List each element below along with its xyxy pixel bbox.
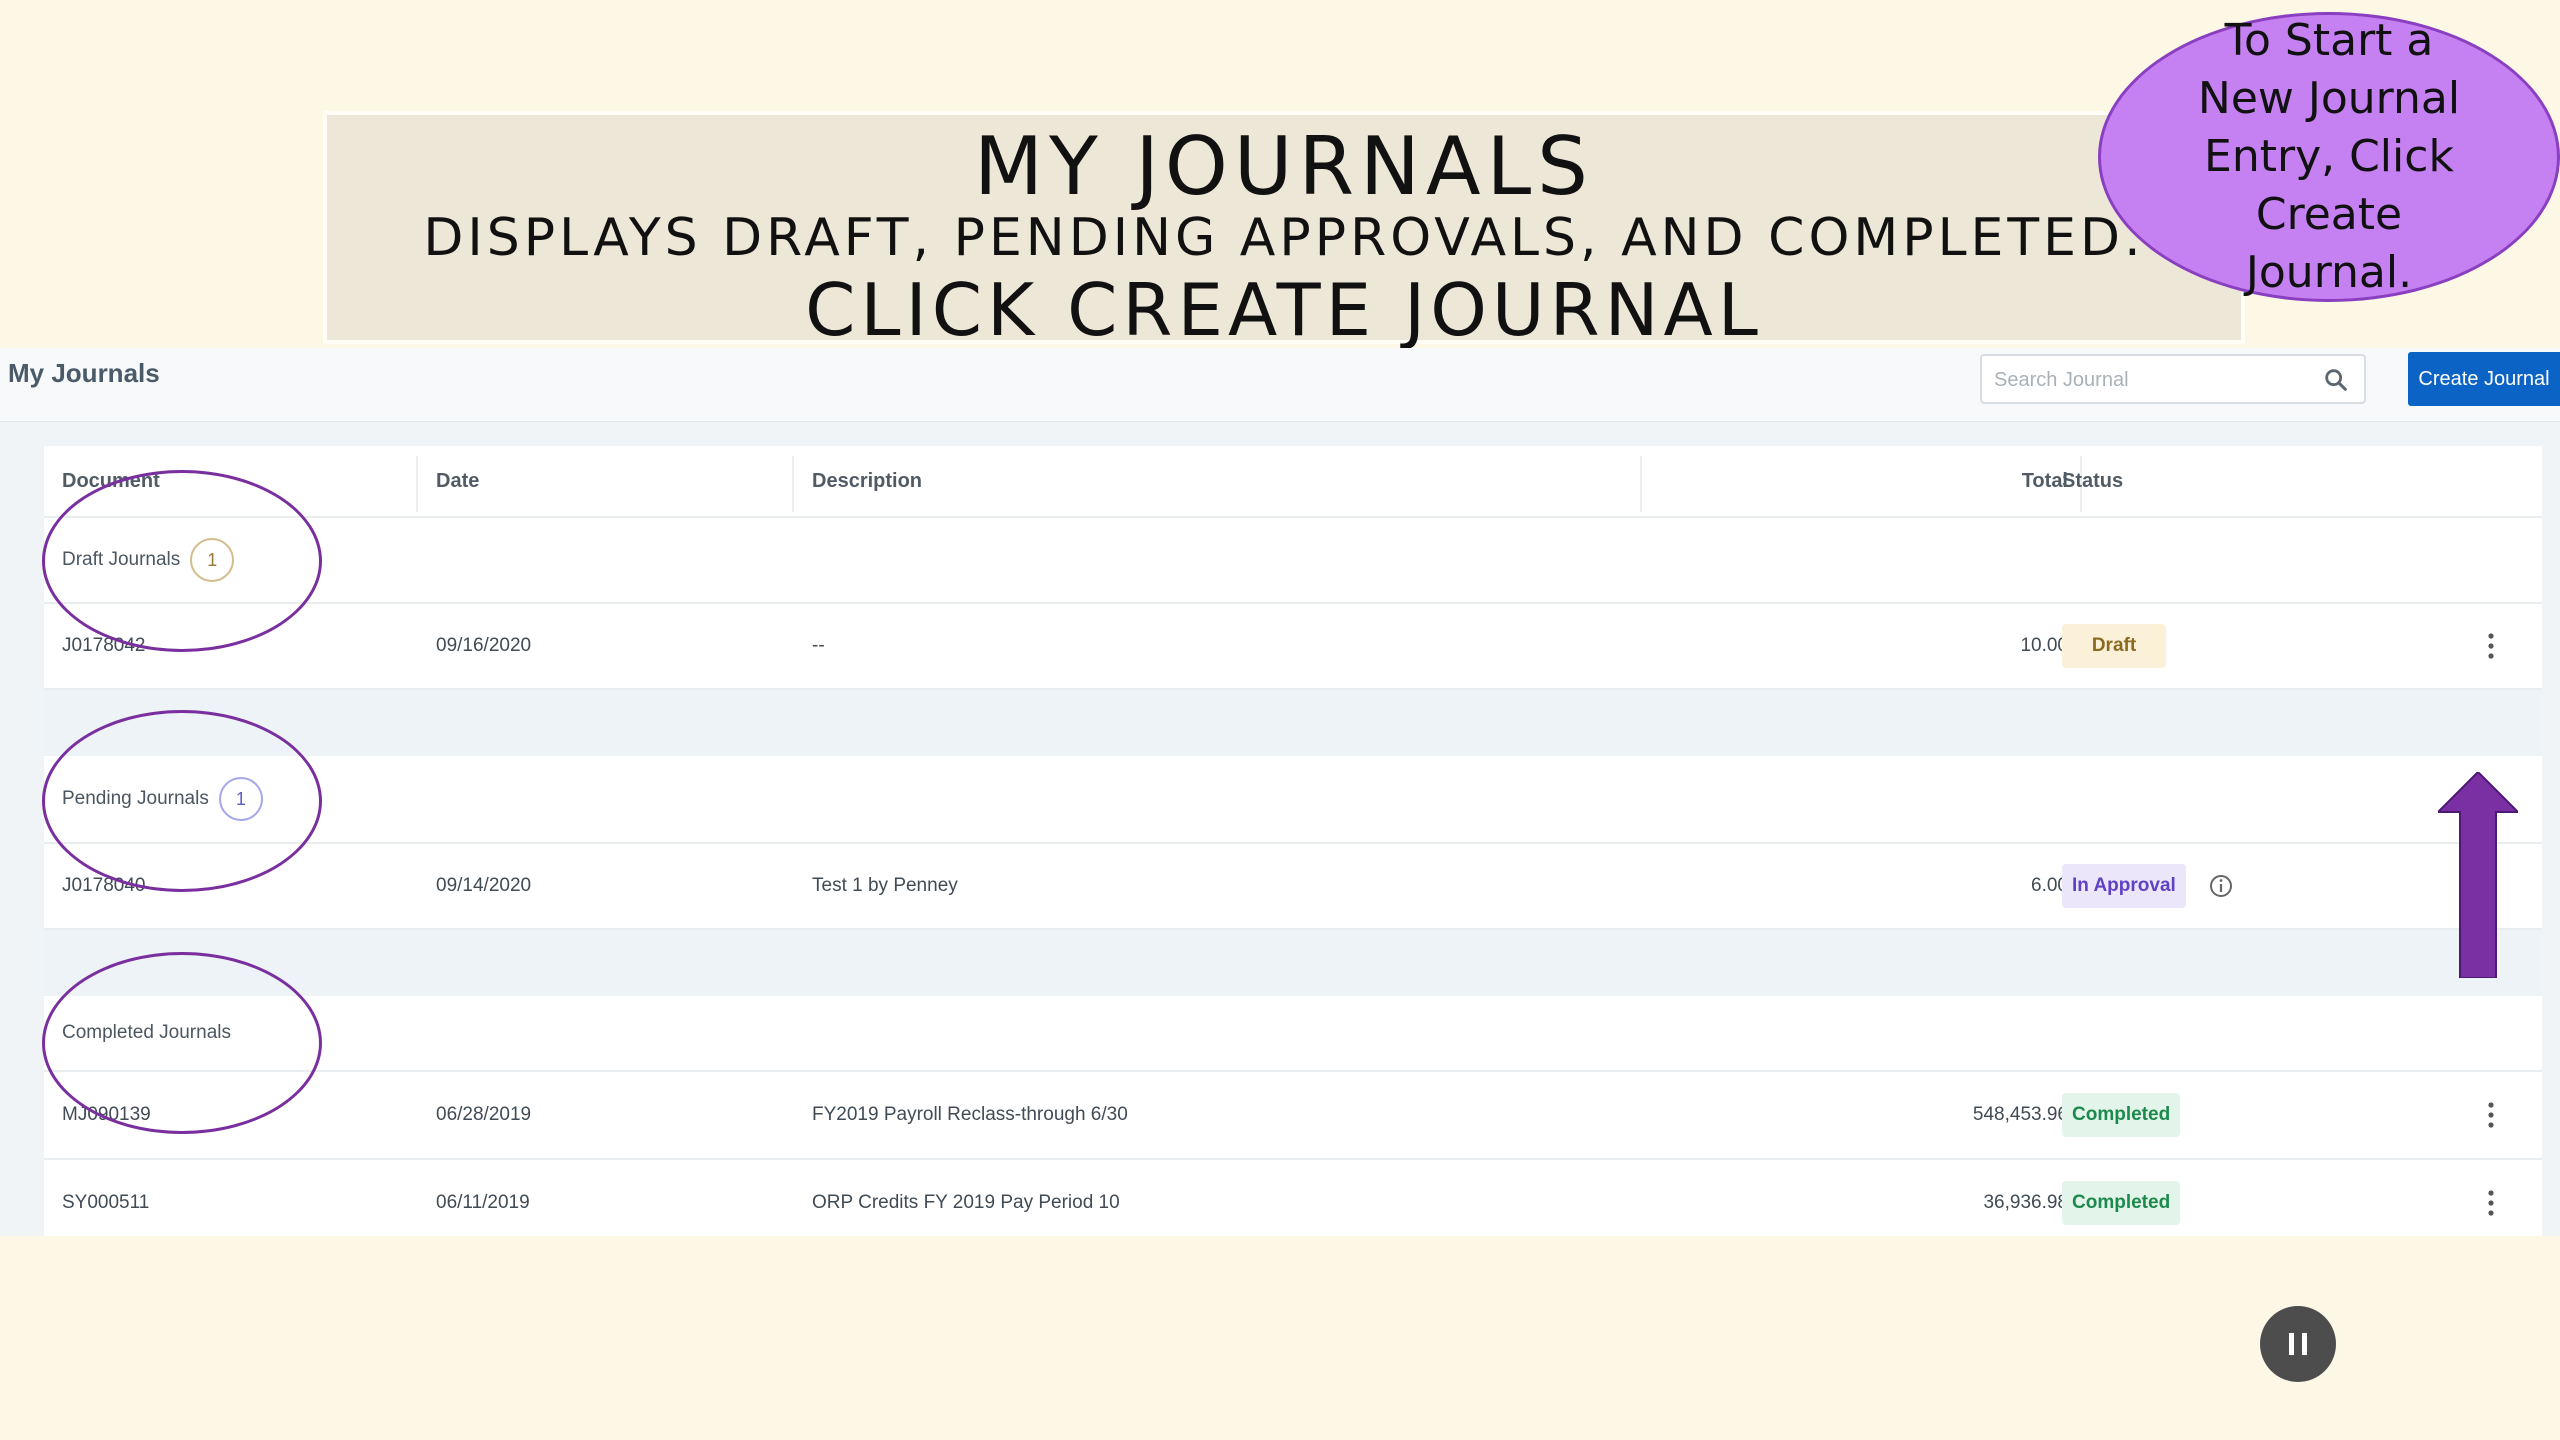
slide-title: MY JOURNALS [974,120,1594,213]
description-cell: Test 1 by Penney [812,875,958,896]
table-row[interactable]: SY000511 06/11/2019 ORP Credits FY 2019 … [44,1160,2542,1246]
slide-subtitle: DISPLAYS DRAFT, PENDING APPROVALS, AND C… [423,208,2145,268]
row-actions[interactable] [2486,1160,2496,1246]
column-header-status[interactable]: Status [2062,446,2123,516]
table-row[interactable]: J0178042 09/16/2020 -- 10.00 Draft [44,604,2542,690]
more-vertical-icon[interactable] [2486,1188,2496,1218]
slide-cta: CLICK CREATE JOURNAL [805,268,1763,352]
pause-button[interactable] [2260,1306,2336,1382]
info-icon[interactable] [2208,873,2234,899]
annotation-ring-pending [42,710,322,892]
total-cell: 548,453.96 [1972,1104,2068,1125]
annotation-ring-draft [42,470,322,652]
status-cell: Completed [2062,1072,2181,1158]
column-header-total[interactable]: Total [1644,446,2068,516]
date-cell: 06/28/2019 [436,1104,532,1125]
total-cell: 6.00 [2031,875,2068,896]
status-badge: Completed [2062,1181,2181,1225]
status-cell: In Approval [2062,844,2234,928]
total-cell: 10.00 [2020,635,2068,656]
status-badge: In Approval [2062,864,2186,908]
status-cell: Completed [2062,1160,2181,1246]
journals-app: My Journals Create Journal Document Date… [0,348,2560,1236]
create-journal-button[interactable]: Create Journal [2408,352,2560,406]
search-box[interactable] [1980,354,2366,404]
slide-banner: MY JOURNALS DISPLAYS DRAFT, PENDING APPR… [323,111,2245,352]
page-title: My Journals [8,358,160,388]
status-badge: Draft [2062,624,2166,668]
table-row[interactable]: MJ090139 06/28/2019 FY2019 Payroll Recla… [44,1072,2542,1160]
callout-text: To Start a New Journal Entry, Click Crea… [2197,15,2461,298]
journals-table: Document Date Description Total Status D… [44,446,2542,1236]
table-row[interactable]: J0178040 09/14/2020 Test 1 by Penney 6.0… [44,844,2542,930]
group-spacer [44,690,2542,756]
search-input[interactable] [1994,366,2294,394]
up-arrow-icon [2438,772,2518,978]
row-actions[interactable] [2486,1072,2496,1158]
description-cell: -- [812,635,825,656]
group-header-pending: Pending Journals 1 [44,756,2542,844]
total-cell: 36,936.98 [1983,1192,2068,1213]
description-cell: ORP Credits FY 2019 Pay Period 10 [812,1192,1120,1213]
description-cell: FY2019 Payroll Reclass-through 6/30 [812,1104,1128,1125]
more-vertical-icon[interactable] [2486,631,2496,661]
table-header: Document Date Description Total Status [44,446,2542,518]
group-spacer [44,930,2542,996]
group-header-draft: Draft Journals 1 [44,518,2542,604]
more-vertical-icon[interactable] [2486,1100,2496,1130]
callout-bubble: To Start a New Journal Entry, Click Crea… [2098,12,2560,302]
column-divider [416,456,418,512]
date-cell: 09/16/2020 [436,635,532,656]
pause-icon-bar [2289,1333,2294,1355]
annotation-ring-completed [42,952,322,1134]
document-cell[interactable]: SY000511 [62,1160,149,1246]
column-divider [1640,456,1642,512]
date-cell: 09/14/2020 [436,875,532,896]
row-actions[interactable] [2486,604,2496,688]
column-header-date[interactable]: Date [436,446,479,516]
pause-icon-bar [2302,1333,2307,1355]
date-cell: 06/11/2019 [436,1192,530,1213]
status-cell: Draft [2062,604,2166,688]
group-header-completed: Completed Journals [44,996,2542,1072]
status-badge: Completed [2062,1093,2181,1137]
app-header: My Journals Create Journal [0,348,2560,422]
column-header-description[interactable]: Description [812,446,922,516]
search-icon[interactable] [2322,366,2350,394]
column-divider [792,456,794,512]
